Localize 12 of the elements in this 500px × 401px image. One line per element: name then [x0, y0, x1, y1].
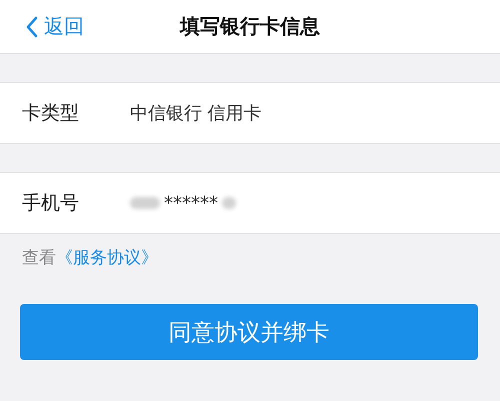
back-button[interactable]: 返回 [0, 13, 84, 40]
submit-button[interactable]: 同意协议并绑卡 [20, 304, 478, 360]
back-icon [26, 16, 38, 38]
field-label: 卡类型 [21, 101, 80, 126]
redaction-blur [222, 197, 236, 209]
field-label: 手机号 [21, 191, 80, 216]
agreement-text: 查看 [22, 247, 56, 269]
field-value[interactable]: 中信银行 信用卡 [130, 101, 262, 125]
field-value[interactable]: ****** [164, 192, 218, 214]
page-title: 填写银行卡信息 [180, 13, 320, 40]
agreement-link[interactable]: 《服务协议》 [56, 246, 158, 269]
redaction-blur [130, 197, 160, 209]
